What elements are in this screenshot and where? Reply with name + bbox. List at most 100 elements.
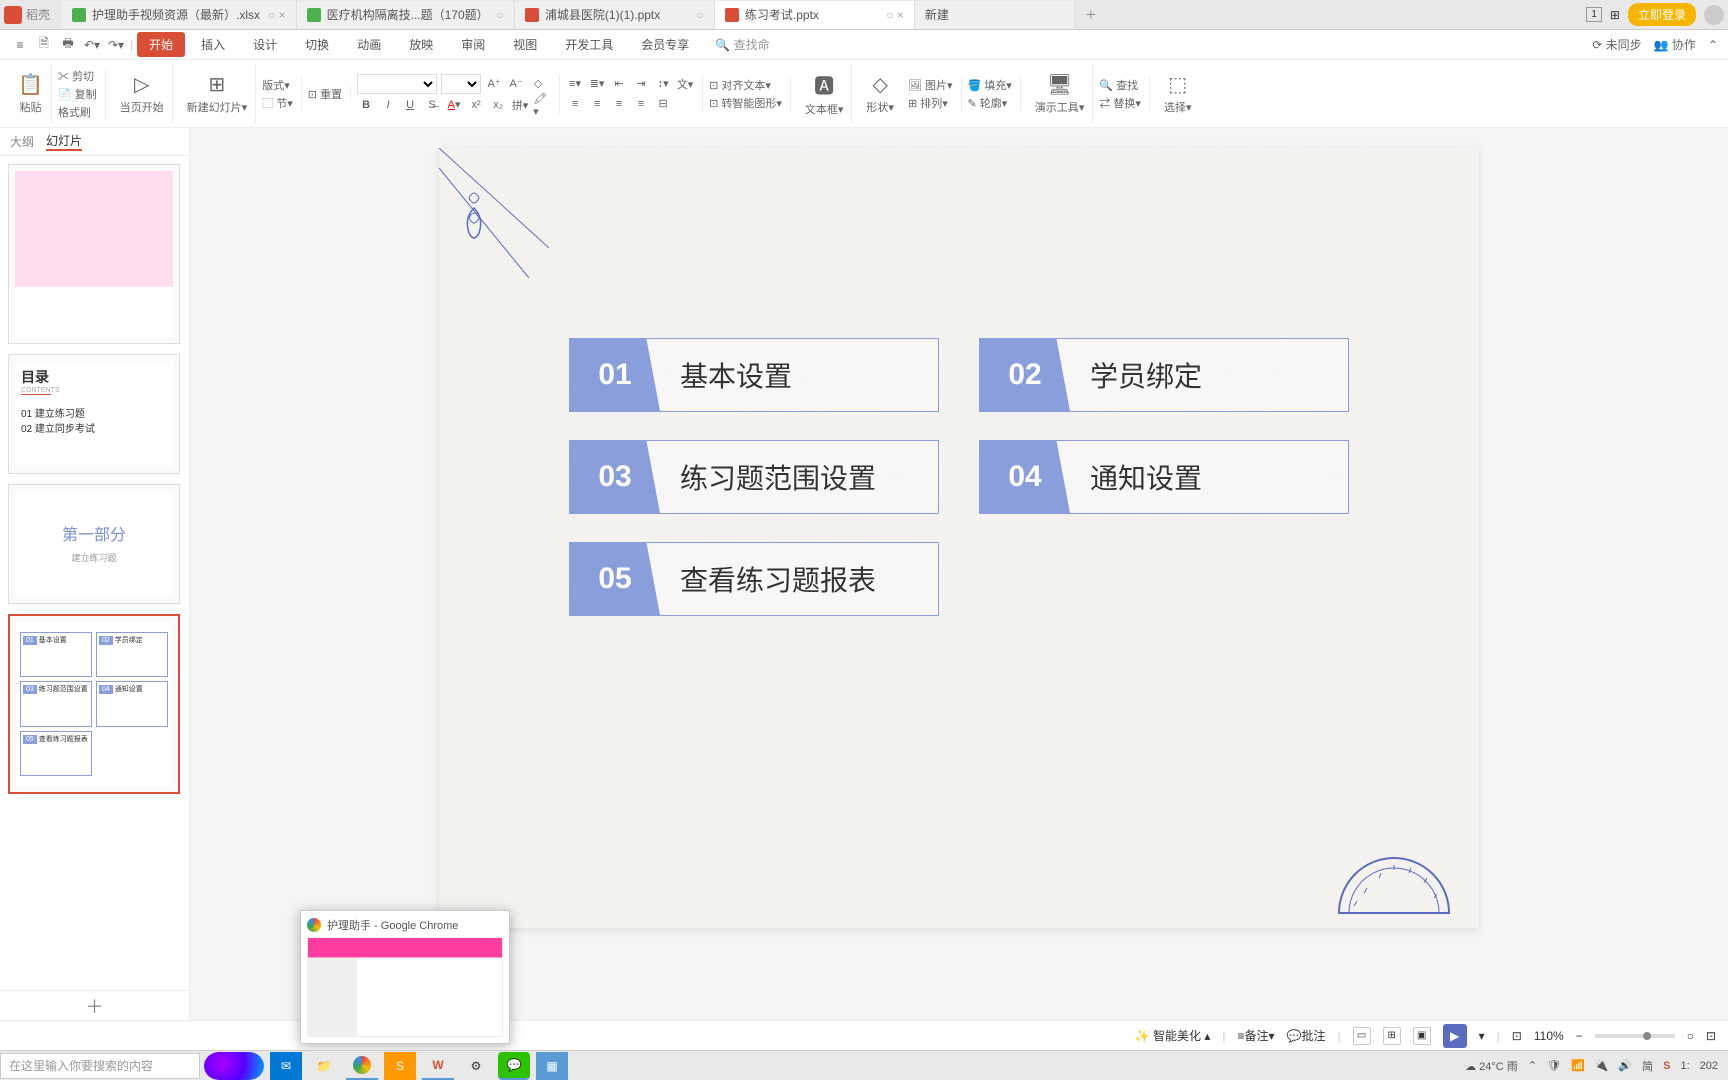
view-normal-button[interactable]: ▭ bbox=[1353, 1027, 1371, 1045]
indent-dec-button[interactable]: ⇤ bbox=[610, 75, 628, 93]
content-item-01[interactable]: 01 基本设置 bbox=[569, 338, 939, 412]
line-spacing-button[interactable]: ↕▾ bbox=[654, 75, 672, 93]
tray-sogou-icon[interactable]: S bbox=[1663, 1060, 1670, 1072]
align-text-button[interactable]: ⊡ 对齐文本▾ bbox=[709, 77, 782, 93]
redo-icon[interactable]: ↷▾ bbox=[106, 35, 126, 55]
decrease-font-icon[interactable]: A⁻ bbox=[507, 75, 525, 93]
slide[interactable]: 01 基本设置 02 学员绑定 03 练习题范围设置 04 通知设置 05 bbox=[439, 148, 1479, 928]
slide-thumb-4-selected[interactable]: 01 基本设置 02 学员绑定 03 练习题范围设置 04 通知设置 05 查看… bbox=[8, 614, 180, 794]
picture-button[interactable]: 🖼 图片▾ bbox=[908, 77, 953, 93]
pinyin-button[interactable]: 拼▾ bbox=[511, 96, 529, 114]
section-button[interactable]: ⬚ 节▾ bbox=[262, 95, 293, 111]
subscript-button[interactable]: x₂ bbox=[489, 96, 507, 114]
chevron-up-icon[interactable]: ⌃ bbox=[1708, 38, 1718, 52]
format-painter[interactable]: 格式刷 bbox=[58, 104, 97, 120]
fill-button[interactable]: 🪣 填充▾ bbox=[968, 77, 1012, 93]
tool-play-current[interactable]: ▷ 当页开始 bbox=[112, 64, 173, 124]
menu-tab-view[interactable]: 视图 bbox=[501, 32, 549, 57]
align-center-button[interactable]: ≡ bbox=[588, 95, 606, 113]
content-item-04[interactable]: 04 通知设置 bbox=[979, 440, 1349, 514]
reset-button[interactable]: ⊡ 重置 bbox=[308, 86, 342, 102]
fullscreen-button[interactable]: ⊡ bbox=[1706, 1029, 1716, 1043]
tool-presenter[interactable]: 🖥 演示工具▾ bbox=[1027, 64, 1094, 124]
login-button[interactable]: 立即登录 bbox=[1628, 3, 1696, 26]
mail-app-icon[interactable]: ✉ bbox=[270, 1052, 302, 1080]
taskbar-search[interactable]: 在这里输入你要搜索的内容 bbox=[0, 1053, 200, 1079]
menu-tab-devtools[interactable]: 开发工具 bbox=[553, 32, 625, 57]
font-size-select[interactable] bbox=[441, 74, 481, 94]
align-left-button[interactable]: ≡ bbox=[566, 95, 584, 113]
tray-volume-icon[interactable]: 🔊 bbox=[1618, 1059, 1632, 1072]
close-icon[interactable]: ○ × bbox=[886, 8, 904, 22]
bold-button[interactable]: B bbox=[357, 96, 375, 114]
new-tab-button[interactable]: ＋ bbox=[1075, 6, 1107, 23]
underline-button[interactable]: U bbox=[401, 96, 419, 114]
text-direction-button[interactable]: 文▾ bbox=[676, 75, 694, 93]
tray-network-icon[interactable]: 📶 bbox=[1571, 1059, 1585, 1072]
tray-chevron-icon[interactable]: ⌃ bbox=[1528, 1059, 1537, 1072]
tray-power-icon[interactable]: 🔌 bbox=[1595, 1059, 1609, 1072]
indent-inc-button[interactable]: ⇥ bbox=[632, 75, 650, 93]
outline-tab[interactable]: 大纲 bbox=[10, 133, 34, 150]
menu-tab-review[interactable]: 审阅 bbox=[449, 32, 497, 57]
window-mode-icon[interactable]: 1 bbox=[1586, 7, 1602, 22]
zoom-value[interactable]: 110% bbox=[1534, 1029, 1564, 1043]
save-icon[interactable]: 🗎 bbox=[34, 35, 54, 55]
smart-beautify-button[interactable]: ✨ 智能美化 ▴ bbox=[1135, 1027, 1211, 1044]
numbering-button[interactable]: ≣▾ bbox=[588, 75, 606, 93]
tab-xlsx-1[interactable]: 护理助手视频资源（最新）.xlsx ○ × bbox=[62, 1, 297, 29]
bullets-button[interactable]: ≡▾ bbox=[566, 75, 584, 93]
tray-ime-icon[interactable]: 简 bbox=[1642, 1058, 1653, 1074]
close-icon[interactable]: ○ × bbox=[268, 8, 286, 22]
smart-convert-button[interactable]: ⊡ 转智能图形▾ bbox=[709, 95, 782, 111]
app-icon[interactable]: ▦ bbox=[536, 1052, 568, 1080]
superscript-button[interactable]: x² bbox=[467, 96, 485, 114]
print-icon[interactable]: 🖶 bbox=[58, 35, 78, 55]
find-button[interactable]: 🔍 查找 bbox=[1099, 77, 1141, 93]
slide-thumb-1[interactable] bbox=[8, 164, 180, 344]
cut-button[interactable]: ✂ 剪切 bbox=[58, 68, 97, 84]
tray-time[interactable]: 1: bbox=[1680, 1060, 1689, 1072]
notes-toggle[interactable]: ≡备注▾ bbox=[1237, 1027, 1274, 1044]
increase-font-icon[interactable]: A⁺ bbox=[485, 75, 503, 93]
avatar[interactable] bbox=[1704, 5, 1724, 25]
content-item-05[interactable]: 05 查看练习题报表 bbox=[569, 542, 939, 616]
font-select[interactable] bbox=[357, 74, 437, 94]
view-sorter-button[interactable]: ⊞ bbox=[1383, 1027, 1401, 1045]
strike-button[interactable]: S̶ bbox=[423, 96, 441, 114]
close-icon[interactable]: ○ bbox=[497, 8, 504, 22]
weather-widget[interactable]: ☁ 24°C 雨 bbox=[1465, 1058, 1518, 1074]
distribute-button[interactable]: ⊟ bbox=[654, 95, 672, 113]
align-right-button[interactable]: ≡ bbox=[610, 95, 628, 113]
menu-tab-vip[interactable]: 会员专享 bbox=[629, 32, 701, 57]
tool-new-slide[interactable]: ⊞ 新建幻灯片▾ bbox=[179, 64, 257, 124]
italic-button[interactable]: I bbox=[379, 96, 397, 114]
slide-thumb-3[interactable]: 第一部分 建立练习题 bbox=[8, 484, 180, 604]
tab-pptx-active[interactable]: 练习考试.pptx ○ × bbox=[715, 1, 915, 29]
outline-button[interactable]: ✎ 轮廓▾ bbox=[968, 95, 1012, 111]
copy-button[interactable]: 📄 复制 bbox=[58, 86, 97, 102]
font-color-button[interactable]: A▾ bbox=[445, 96, 463, 114]
slides-tab[interactable]: 幻灯片 bbox=[46, 132, 82, 151]
menu-icon[interactable]: ≡ bbox=[10, 35, 30, 55]
sync-status[interactable]: ⟳ 未同步 bbox=[1592, 36, 1641, 53]
menu-tab-slideshow[interactable]: 放映 bbox=[397, 32, 445, 57]
menu-tab-design[interactable]: 设计 bbox=[241, 32, 289, 57]
wps-taskbar-icon[interactable]: W bbox=[422, 1052, 454, 1080]
zoom-out-button[interactable]: − bbox=[1576, 1029, 1583, 1043]
menu-tab-animation[interactable]: 动画 bbox=[345, 32, 393, 57]
close-icon[interactable]: ○ bbox=[697, 8, 704, 22]
tool-paste[interactable]: 📋 粘贴 bbox=[10, 64, 52, 124]
menu-tab-start[interactable]: 开始 bbox=[137, 32, 185, 57]
explorer-icon[interactable]: 📁 bbox=[308, 1052, 340, 1080]
menu-tab-insert[interactable]: 插入 bbox=[189, 32, 237, 57]
content-item-02[interactable]: 02 学员绑定 bbox=[979, 338, 1349, 412]
tool-textbox[interactable]: 🅰 文本框▾ bbox=[797, 64, 853, 124]
tool-shapes[interactable]: ◇ 形状▾ bbox=[858, 64, 902, 124]
menu-tab-transition[interactable]: 切换 bbox=[293, 32, 341, 57]
highlight-button[interactable]: 🖍▾ bbox=[533, 96, 551, 114]
command-search[interactable]: 🔍 查找命 bbox=[715, 36, 769, 53]
chrome-preview-popup[interactable]: 护理助手 - Google Chrome bbox=[300, 910, 510, 1044]
slide-canvas[interactable]: 01 基本设置 02 学员绑定 03 练习题范围设置 04 通知设置 05 bbox=[190, 128, 1728, 1020]
undo-icon[interactable]: ↶▾ bbox=[82, 35, 102, 55]
